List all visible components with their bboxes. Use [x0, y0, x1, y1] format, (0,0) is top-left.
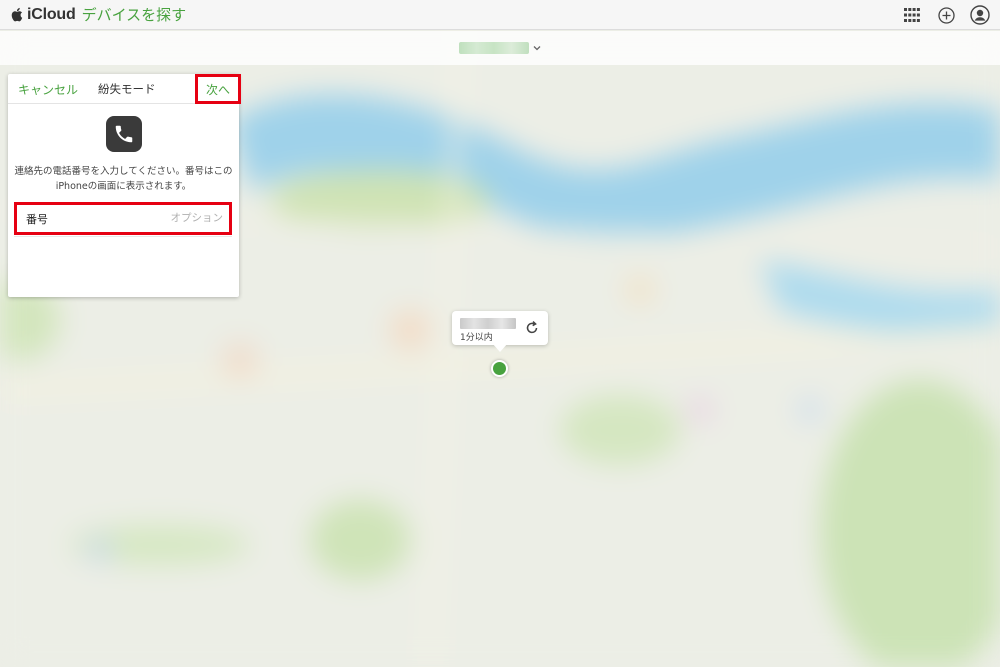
field-divider	[14, 236, 232, 237]
chevron-down-icon[interactable]	[532, 43, 542, 53]
callout-last-seen: 1分以内	[460, 333, 493, 343]
account-icon[interactable]	[970, 5, 990, 25]
device-callout[interactable]: 1分以内	[452, 311, 548, 345]
lost-mode-panel: キャンセル 紛失モード 次へ 連絡先の電話番号を入力してください。番号はこのiP…	[8, 74, 241, 297]
apps-grid-icon[interactable]	[902, 5, 922, 25]
number-label: 番号	[26, 213, 48, 226]
apple-logo-icon	[11, 7, 23, 22]
next-button[interactable]: 次へ	[198, 81, 238, 98]
number-highlight-box: 番号	[14, 202, 232, 235]
top-bar: iCloud デバイスを探す	[0, 0, 1000, 30]
top-icons	[902, 0, 990, 30]
device-bar	[0, 31, 1000, 65]
refresh-icon[interactable]	[524, 320, 540, 336]
app-title: デバイスを探す	[81, 6, 187, 24]
callout-pointer	[492, 343, 508, 352]
phone-number-input[interactable]	[103, 209, 223, 227]
device-name-blurred[interactable]	[458, 42, 529, 54]
cancel-button[interactable]: キャンセル	[18, 81, 78, 98]
add-icon[interactable]	[936, 5, 956, 25]
panel-header: キャンセル 紛失モード 次へ	[8, 74, 241, 104]
panel-title: 紛失モード	[98, 82, 156, 96]
brand[interactable]: iCloud デバイスを探す	[10, 4, 186, 25]
phone-icon	[106, 116, 142, 152]
panel-description: 連絡先の電話番号を入力してください。番号はこのiPhoneの画面に表示されます。	[14, 166, 233, 192]
brand-name: iCloud	[27, 5, 76, 23]
callout-device-name-blurred	[460, 318, 516, 329]
device-location-dot[interactable]	[491, 360, 508, 377]
next-highlight-box: 次へ	[195, 74, 241, 104]
